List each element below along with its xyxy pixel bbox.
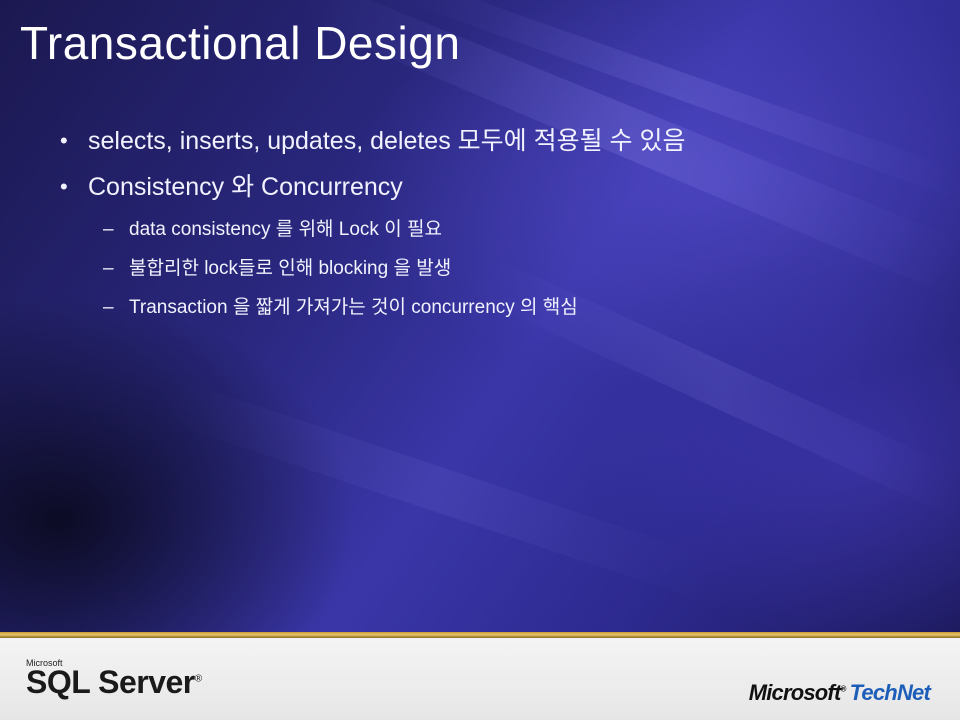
sub-bullet-item: – 불합리한 lock들로 인해 blocking 을 발생 bbox=[0, 249, 940, 288]
dash-marker: – bbox=[103, 219, 114, 240]
sql-logo-tm: ® bbox=[194, 673, 202, 685]
sql-logo-name: SQL Server® bbox=[26, 664, 202, 701]
sub-bullet-text: 불합리한 lock들로 인해 blocking 을 발생 bbox=[129, 258, 452, 279]
footer-bar: Microsoft SQL Server® Microsoft® TechNet bbox=[0, 638, 960, 720]
bullet-marker: • bbox=[60, 174, 68, 199]
bullet-item: • Consistency 와 Concurrency bbox=[0, 164, 940, 210]
technet-logo-name: TechNet bbox=[849, 680, 931, 705]
dash-marker: – bbox=[103, 258, 114, 279]
bullet-text: Consistency 와 Concurrency bbox=[88, 173, 403, 201]
bullet-marker: • bbox=[60, 128, 68, 153]
sub-bullet-text: data consistency 를 위해 Lock 이 필요 bbox=[129, 219, 442, 240]
technet-logo: Microsoft® TechNet bbox=[748, 680, 931, 706]
sub-bullet-text: Transaction 을 짧게 가져가는 것이 concurrency 의 핵… bbox=[129, 297, 578, 318]
slide-background: Transactional Design • selects, inserts,… bbox=[0, 0, 960, 632]
sub-bullet-item: – Transaction 을 짧게 가져가는 것이 concurrency 의… bbox=[0, 288, 940, 327]
bullet-item: • selects, inserts, updates, deletes 모두에… bbox=[0, 118, 940, 164]
sql-logo-text: SQL Server bbox=[26, 664, 195, 700]
bullet-list: • selects, inserts, updates, deletes 모두에… bbox=[0, 118, 940, 327]
technet-logo-tm: ® bbox=[840, 684, 847, 694]
technet-logo-microsoft: Microsoft bbox=[748, 680, 842, 705]
bullet-text: selects, inserts, updates, deletes 모두에 적… bbox=[88, 127, 686, 155]
sub-bullet-item: – data consistency 를 위해 Lock 이 필요 bbox=[0, 210, 940, 249]
slide-title: Transactional Design bbox=[20, 17, 461, 69]
dash-marker: – bbox=[103, 297, 114, 318]
sql-server-logo: Microsoft SQL Server® bbox=[26, 658, 202, 708]
